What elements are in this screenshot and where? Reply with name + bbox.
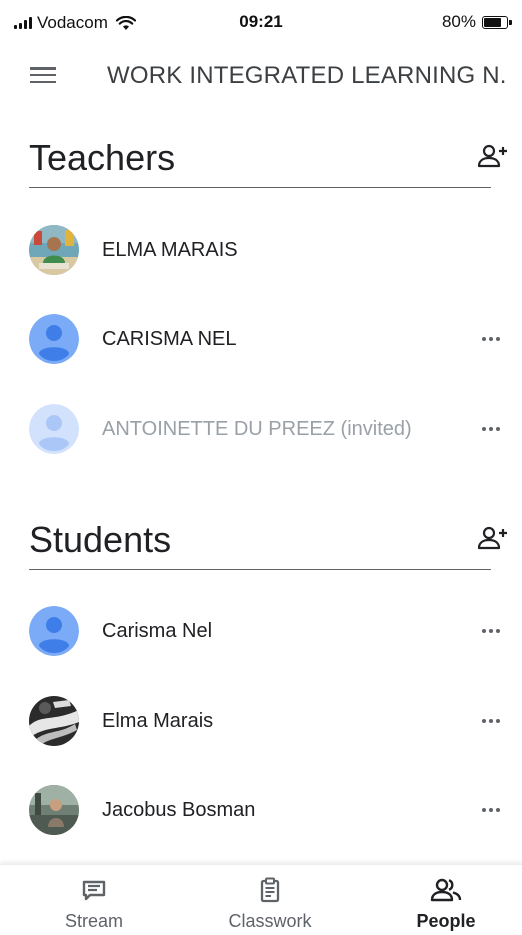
more-options-icon[interactable]: [476, 800, 506, 820]
tab-people[interactable]: People: [376, 865, 516, 935]
student-name: Jacobus Bosman: [102, 798, 256, 821]
teachers-heading: Teachers: [29, 137, 176, 178]
avatar: [29, 785, 79, 835]
student-row[interactable]: Elma Marais: [0, 693, 522, 749]
student-row[interactable]: Carisma Nel: [0, 603, 522, 659]
avatar: [29, 225, 79, 275]
bottom-navigation: Stream Classwork People: [0, 864, 522, 935]
tab-classwork[interactable]: Classwork: [200, 865, 340, 935]
teacher-name: CARISMA NEL: [102, 327, 237, 350]
menu-icon[interactable]: [30, 64, 56, 86]
teachers-section-header: Teachers: [29, 137, 507, 188]
tab-people-label: People: [416, 911, 476, 931]
stream-icon: [82, 880, 106, 901]
tab-stream[interactable]: Stream: [24, 865, 164, 935]
student-name: Carisma Nel: [102, 619, 213, 642]
more-options-icon[interactable]: [476, 419, 506, 439]
teacher-row[interactable]: ELMA MARAIS: [0, 222, 522, 278]
teacher-name: ANTOINETTE DU PREEZ (invited): [102, 417, 412, 440]
students-heading: Students: [29, 519, 172, 560]
avatar: [29, 314, 79, 364]
avatar: [29, 696, 79, 746]
app-bar: WORK INTEGRATED LEARNING N...: [0, 52, 522, 100]
more-options-icon[interactable]: [476, 621, 506, 641]
add-student-icon[interactable]: [475, 523, 511, 553]
battery-icon: [482, 15, 512, 29]
battery-status: 80%: [441, 12, 512, 32]
class-title: WORK INTEGRATED LEARNING N...: [107, 62, 507, 89]
tab-classwork-label: Classwork: [228, 911, 312, 931]
add-teacher-icon[interactable]: [475, 141, 511, 171]
status-bar: Vodacom 09:21 80%: [0, 0, 522, 44]
tab-stream-label: Stream: [64, 911, 124, 931]
more-options-icon[interactable]: [476, 711, 506, 731]
more-options-icon[interactable]: [476, 329, 506, 349]
battery-percent: 80%: [441, 12, 476, 31]
teacher-row[interactable]: ANTOINETTE DU PREEZ (invited): [0, 401, 522, 457]
student-row[interactable]: Jacobus Bosman: [0, 782, 522, 838]
avatar: [29, 404, 79, 454]
teacher-row[interactable]: CARISMA NEL: [0, 311, 522, 367]
people-icon: [430, 878, 462, 902]
student-name: Elma Marais: [102, 709, 214, 732]
classwork-icon: [260, 877, 280, 903]
teacher-name: ELMA MARAIS: [102, 238, 238, 261]
students-section-header: Students: [29, 519, 507, 570]
avatar: [29, 606, 79, 656]
